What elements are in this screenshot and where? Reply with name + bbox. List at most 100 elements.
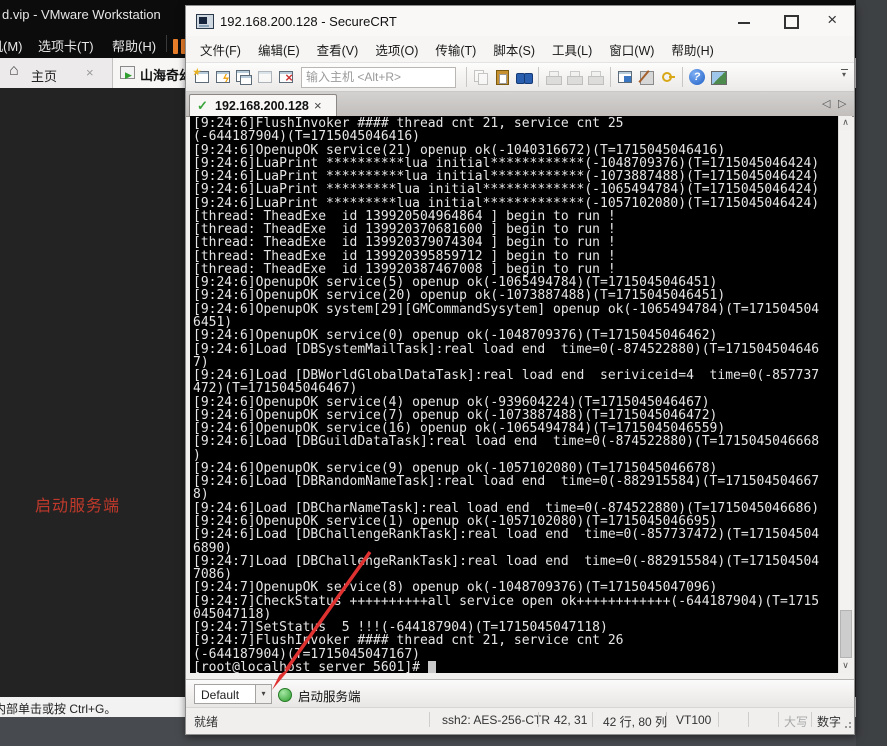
status-separator: [666, 712, 667, 727]
tab-home-label: 主页: [31, 69, 58, 84]
start-server-button[interactable]: 启动服务端: [298, 686, 361, 705]
menu-view[interactable]: 查看(V): [317, 40, 359, 59]
screen: d.vip - VMware Workstation 虚拟机(M) 选项卡(T)…: [0, 0, 887, 746]
home-icon: ⌂: [9, 62, 19, 79]
start-server-dot-icon[interactable]: [278, 688, 292, 702]
vmware-menu-tabs[interactable]: 选项卡(T): [38, 36, 94, 55]
global-options-icon[interactable]: [636, 67, 657, 87]
status-emulation: VT100: [676, 713, 712, 727]
toolbar-separator: [466, 67, 467, 87]
status-ready: 就绪: [194, 715, 219, 729]
status-num-lock: 数字: [817, 715, 842, 729]
session-tab-label: 192.168.200.128: [215, 99, 309, 113]
tab-home[interactable]: ⌂ 主页 ×: [0, 58, 113, 88]
binocular-right: [524, 73, 533, 84]
key-agent-icon[interactable]: [657, 67, 678, 87]
annotation-start-server-text: 启动服务端: [35, 498, 121, 515]
resize-grip-icon[interactable]: [841, 718, 851, 728]
menu-script[interactable]: 脚本(S): [493, 40, 535, 59]
menu-help[interactable]: 帮助(H): [671, 40, 713, 59]
tab-scroll-right-icon[interactable]: ▷: [838, 97, 846, 110]
status-separator: [429, 712, 430, 727]
host-input[interactable]: [301, 66, 456, 88]
status-separator: [748, 712, 749, 727]
button-bar: Default ▾ 启动服务端: [186, 679, 854, 708]
minimize-button[interactable]: [726, 8, 762, 32]
securecrt-menubar: 文件(F) 编辑(E) 查看(V) 选项(O) 传输(T) 脚本(S) 工具(L…: [186, 36, 854, 62]
menu-options[interactable]: 选项(O): [375, 40, 418, 59]
securecrt-toolbar: ★ ϟ × 输入主机 <Alt+R> ? ▾: [186, 62, 854, 92]
menu-file[interactable]: 文件(F): [200, 40, 241, 59]
status-separator: [778, 712, 779, 727]
picture-shape: [711, 71, 727, 85]
vmware-menu-help[interactable]: 帮助(H): [112, 36, 156, 55]
tab-scroll-left-icon[interactable]: ◁: [822, 97, 830, 110]
terminal-text: [9:24:6]FlushInvoker #### thread cnt 21,…: [193, 116, 820, 673]
status-grid-size: 42 行, 80 列: [603, 715, 668, 729]
blue-panel-shape: [624, 76, 631, 82]
securecrt-window: 192.168.200.128 - SecureCRT × 文件(F) 编辑(E…: [185, 5, 855, 735]
printer-shape: [567, 76, 583, 85]
status-caps-lock: 大写: [784, 715, 809, 729]
terminal-output[interactable]: [9:24:6]FlushInvoker #### thread cnt 21,…: [190, 116, 838, 673]
session-tab-close-icon[interactable]: ×: [314, 98, 322, 113]
scrollbar-down-icon[interactable]: ∨: [839, 659, 852, 673]
connected-check-icon: ✓: [197, 98, 208, 113]
close-button[interactable]: ×: [814, 8, 850, 32]
toolbar-overflow-icon[interactable]: ▾: [838, 69, 850, 79]
securecrt-titlebar[interactable]: 192.168.200.128 - SecureCRT ×: [186, 6, 854, 36]
star-glyph: ★: [192, 67, 201, 77]
app-icon-bar: [199, 25, 209, 27]
quick-connect-icon[interactable]: ϟ: [213, 67, 234, 87]
status-separator: [718, 712, 719, 727]
vmware-window-title: d.vip - VMware Workstation: [2, 7, 161, 22]
menu-transfer[interactable]: 传输(T): [435, 40, 476, 59]
session-tabbar: ✓ 192.168.200.128 × ◁ ▷: [186, 92, 854, 117]
dropdown-arrow-icon[interactable]: ▾: [255, 685, 271, 703]
key-stem-shape: [669, 76, 675, 78]
maximize-button[interactable]: [772, 8, 808, 32]
tab-home-close-icon[interactable]: ×: [86, 65, 94, 80]
help-icon[interactable]: ?: [687, 67, 708, 87]
window-shape: [240, 75, 252, 85]
disconnect-icon[interactable]: ×: [276, 67, 297, 87]
paper-shape: [499, 74, 507, 84]
find-icon[interactable]: [513, 67, 534, 87]
menu-window[interactable]: 窗口(W): [609, 40, 654, 59]
overflow-arrow-glyph: ▾: [841, 70, 846, 79]
toolbar-separator: [610, 67, 611, 87]
reconnect-icon[interactable]: [255, 67, 276, 87]
vmware-menu-vm[interactable]: 虚拟机(M): [0, 36, 23, 55]
web-session-icon[interactable]: [708, 67, 729, 87]
scrollbar-thumb[interactable]: [840, 610, 852, 658]
print-icon[interactable]: [543, 67, 564, 87]
printer-shape: [546, 76, 562, 85]
lightning-glyph: ϟ: [223, 73, 229, 85]
clipboard-shape: [496, 70, 509, 85]
button-bar-dropdown[interactable]: Default ▾: [194, 684, 272, 704]
question-glyph: ?: [689, 69, 705, 85]
status-separator: [538, 712, 539, 727]
vmware-status-hint: 内部单击或按 Ctrl+G。: [0, 702, 117, 716]
status-separator: [811, 712, 812, 727]
session-manager-icon[interactable]: ★: [192, 67, 213, 87]
printer-shape: [588, 76, 604, 85]
connect-in-tab-icon[interactable]: [234, 67, 255, 87]
session-tab[interactable]: ✓ 192.168.200.128 ×: [189, 94, 337, 117]
menu-edit[interactable]: 编辑(E): [258, 40, 300, 59]
scrollbar-up-icon[interactable]: ∧: [839, 116, 852, 130]
menu-tools[interactable]: 工具(L): [552, 40, 592, 59]
red-x-glyph: ×: [285, 70, 293, 85]
securecrt-window-title: 192.168.200.128 - SecureCRT: [220, 14, 397, 29]
session-options-icon[interactable]: [615, 67, 636, 87]
dropdown-value: Default: [201, 688, 240, 702]
toolbar-separator: [538, 67, 539, 87]
suspend-icon[interactable]: [173, 39, 178, 54]
print-setup-icon[interactable]: [585, 67, 606, 87]
print-preview-icon[interactable]: [564, 67, 585, 87]
paste-icon[interactable]: [492, 67, 513, 87]
minimize-icon: [738, 22, 750, 24]
terminal-scrollbar[interactable]: ∧ ∨: [838, 116, 852, 673]
copy-icon[interactable]: [471, 67, 492, 87]
sheet-shape: [478, 73, 488, 85]
